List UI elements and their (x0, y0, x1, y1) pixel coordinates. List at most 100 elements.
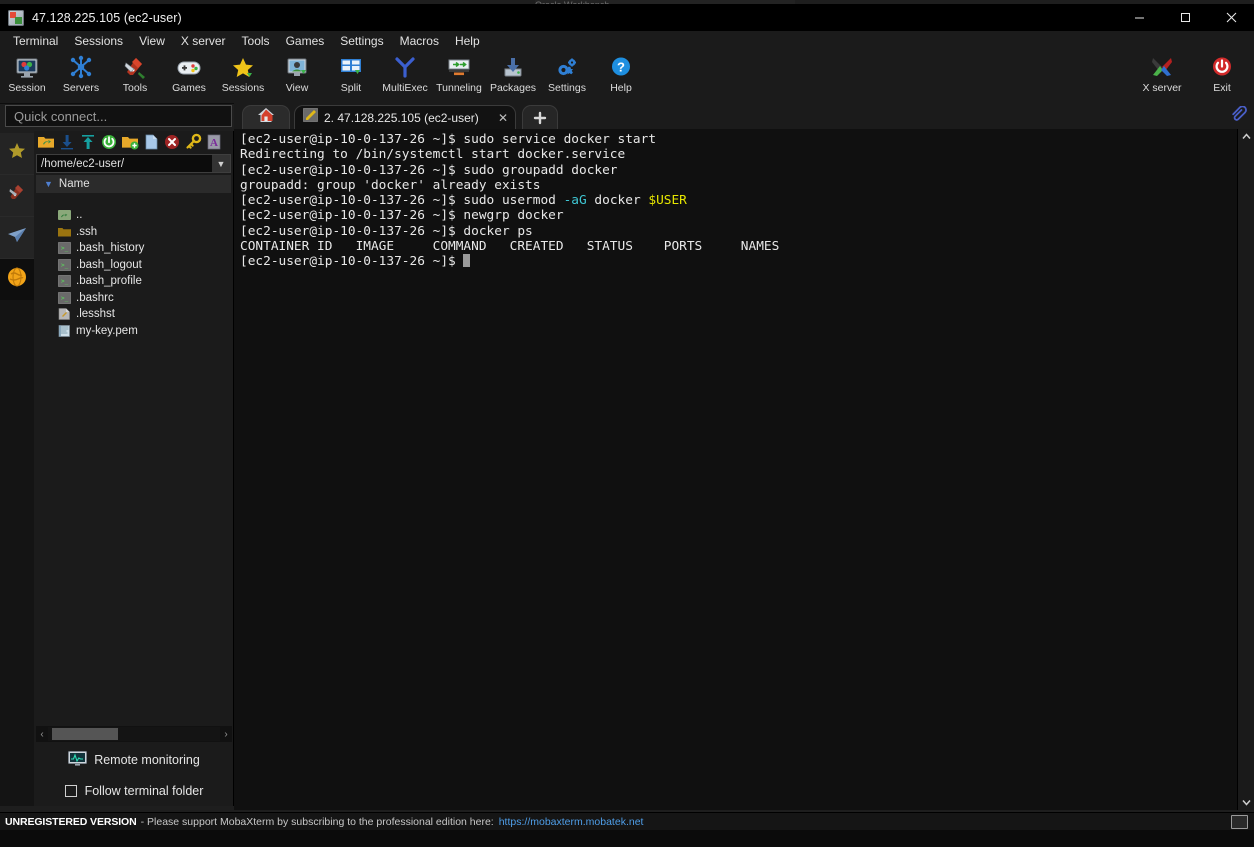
chevron-down-icon[interactable]: ▼ (212, 155, 230, 172)
certificate-file-icon (58, 324, 71, 337)
menu-terminal[interactable]: Terminal (5, 32, 66, 50)
home-icon (257, 107, 275, 128)
scroll-right-arrow-icon[interactable]: › (220, 729, 232, 740)
paperclip-icon (1230, 105, 1247, 128)
window-title: 47.128.225.105 (ec2-user) (32, 10, 182, 25)
toolbar-view-button[interactable]: View (270, 51, 324, 103)
toolbar-tunneling-button[interactable]: Tunneling (432, 51, 486, 103)
text-editor-icon[interactable]: A (205, 133, 223, 151)
list-item[interactable]: >_ .bash_profile (36, 273, 230, 290)
toolbar-xserver-button[interactable]: X server (1130, 51, 1194, 103)
list-item[interactable]: .. (36, 207, 230, 224)
menu-view[interactable]: View (131, 32, 173, 50)
new-folder-icon[interactable] (121, 133, 139, 151)
maximize-button[interactable] (1162, 4, 1208, 31)
terminal-panel[interactable]: [ec2-user@ip-10-0-137-26 ~]$ sudo servic… (234, 129, 1237, 810)
follow-terminal-folder-row[interactable]: Follow terminal folder (34, 780, 234, 802)
toolbar-tools-button[interactable]: Tools (108, 51, 162, 103)
terminal-output[interactable]: [ec2-user@ip-10-0-137-26 ~]$ sudo servic… (240, 132, 1235, 808)
clipboard-paperclip-button[interactable] (1226, 105, 1250, 128)
toolbar-settings-button[interactable]: Settings (540, 51, 594, 103)
toolbar-packages-button[interactable]: Packages (486, 51, 540, 103)
tools-icon (122, 55, 148, 81)
toolbar-split-button[interactable]: Split (324, 51, 378, 103)
sort-descending-icon: ▼ (44, 179, 53, 189)
minimize-button[interactable] (1116, 4, 1162, 31)
list-item[interactable]: >_ .bash_history (36, 240, 230, 257)
sessions-star-icon (230, 55, 256, 81)
toolbar-xserver-label: X server (1142, 82, 1182, 94)
list-item[interactable]: >_ .bash_logout (36, 257, 230, 274)
toolbar-tools-label: Tools (122, 82, 148, 94)
list-item[interactable]: >_ .bashrc (36, 290, 230, 307)
mobaxterm-window: Oracle Workbench 47.128.225.105 (ec2-use… (0, 0, 1254, 830)
menu-games[interactable]: Games (278, 32, 333, 50)
tab-session-1[interactable]: 2. 47.128.225.105 (ec2-user) ✕ (294, 105, 516, 129)
up-folder-icon[interactable] (37, 133, 55, 151)
remote-monitoring-button[interactable]: Remote monitoring (34, 748, 234, 772)
menu-xserver[interactable]: X server (173, 32, 234, 50)
toolbar-help-button[interactable]: ? Help (594, 51, 648, 103)
quick-connect-input[interactable]: Quick connect... (5, 105, 232, 127)
scrollbar-thumb[interactable] (52, 728, 118, 740)
list-item-label: .. (76, 209, 83, 222)
toolbar-help-label: Help (610, 82, 632, 94)
list-item[interactable]: .lesshst (36, 306, 230, 323)
sidebar-rail-sftp[interactable] (0, 217, 34, 259)
sidebar-rail-favorites[interactable] (0, 133, 34, 175)
menu-help[interactable]: Help (447, 32, 488, 50)
scroll-up-arrow-icon[interactable] (1238, 129, 1254, 144)
tab-home[interactable] (242, 105, 290, 129)
toolbar-tunneling-label: Tunneling (436, 82, 482, 94)
menu-settings[interactable]: Settings (332, 32, 391, 50)
list-item[interactable]: my-key.pem (36, 323, 230, 340)
toolbar-sessions-button[interactable]: Sessions (216, 51, 270, 103)
toolbar-multiexec-button[interactable]: MultiExec (378, 51, 432, 103)
close-button[interactable] (1208, 4, 1254, 31)
sftp-horizontal-scrollbar[interactable]: ‹ › (36, 726, 232, 742)
sidebar-rail-macros[interactable] (0, 259, 34, 300)
new-file-icon[interactable] (142, 133, 160, 151)
sidebar-rail-tools[interactable] (0, 175, 34, 217)
tab-close-icon[interactable]: ✕ (498, 112, 508, 124)
list-item-label: .bash_logout (76, 258, 142, 271)
toolbar-exit-button[interactable]: Exit (1194, 51, 1250, 103)
sidebar-rail (0, 133, 34, 806)
menu-macros[interactable]: Macros (392, 32, 447, 50)
title-bar: 47.128.225.105 (ec2-user) (0, 4, 1254, 31)
sftp-path-combobox[interactable]: /home/ec2-user/ ▼ (36, 154, 231, 173)
script-file-icon: >_ (58, 275, 71, 288)
scroll-down-arrow-icon[interactable] (1238, 795, 1254, 810)
mobaxterm-link[interactable]: https://mobaxterm.mobatek.net (499, 816, 644, 828)
parent-dir-icon (58, 209, 71, 221)
globe-icon (6, 266, 28, 293)
upload-icon[interactable] (79, 133, 97, 151)
toolbar-settings-label: Settings (548, 82, 586, 94)
download-icon[interactable] (58, 133, 76, 151)
toolbar-sessions-label: Sessions (221, 82, 265, 94)
follow-terminal-folder-label: Follow terminal folder (84, 784, 204, 798)
scroll-left-arrow-icon[interactable]: ‹ (36, 729, 48, 740)
toolbar-servers-button[interactable]: Servers (54, 51, 108, 103)
refresh-icon[interactable] (100, 133, 118, 151)
follow-terminal-folder-checkbox[interactable] (64, 785, 77, 797)
toolbar-right-group: X server Exit (1130, 51, 1250, 103)
script-file-icon: >_ (58, 242, 71, 255)
toolbar-games-button[interactable]: Games (162, 51, 216, 103)
scrollbar-track[interactable] (48, 727, 220, 741)
toolbar-session-button[interactable]: Session (0, 51, 54, 103)
menu-tools[interactable]: Tools (234, 32, 278, 50)
list-item-label: .bash_history (76, 242, 145, 255)
toolbar-session-label: Session (8, 82, 46, 94)
display-icon[interactable] (1231, 814, 1248, 829)
sftp-toolbar: A (34, 131, 233, 153)
menu-sessions[interactable]: Sessions (66, 32, 131, 50)
delete-icon[interactable] (163, 133, 181, 151)
terminal-vertical-scrollbar[interactable] (1237, 129, 1254, 810)
text-file-icon (58, 308, 71, 321)
help-icon: ? (608, 55, 634, 81)
sftp-column-header-name[interactable]: ▼ Name (36, 175, 231, 193)
key-icon[interactable] (184, 133, 202, 151)
list-item[interactable]: .ssh (36, 224, 230, 241)
new-tab-button[interactable] (522, 105, 558, 129)
